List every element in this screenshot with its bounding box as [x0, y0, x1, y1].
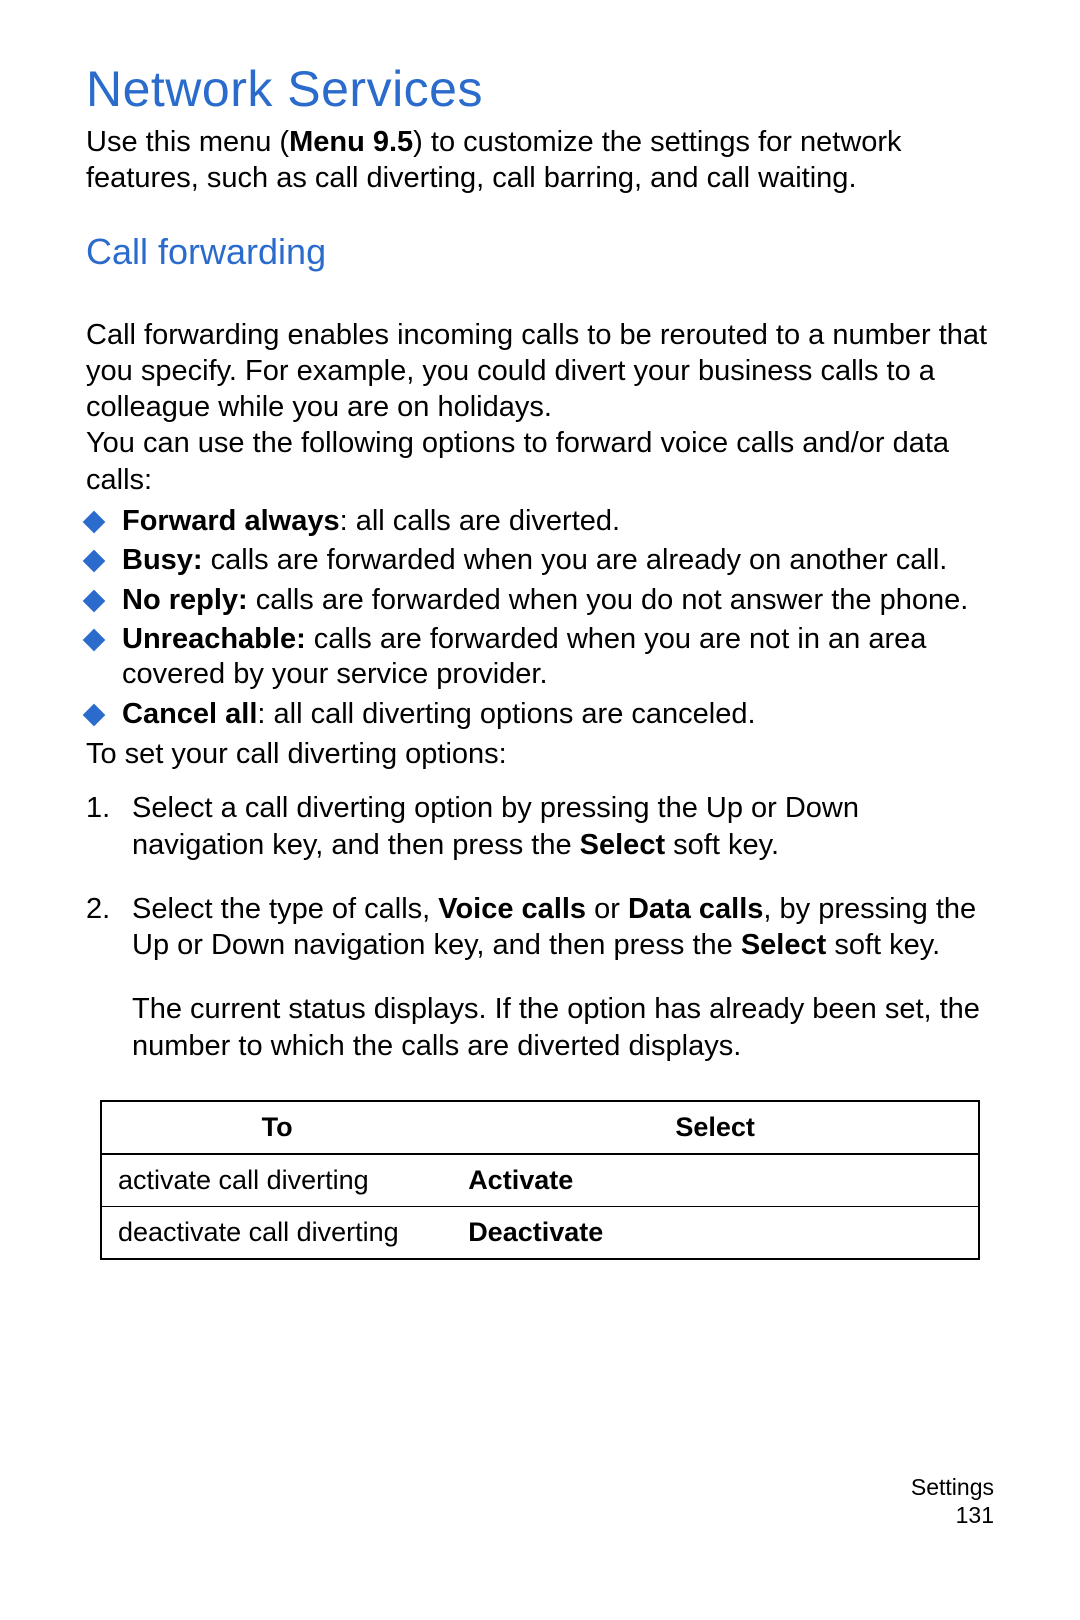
option-term: Cancel all: [122, 698, 257, 730]
option-sep: :: [340, 505, 356, 537]
list-item: Cancel all: all call diverting options a…: [86, 697, 994, 732]
table-row: deactivate call diverting Deactivate: [101, 1206, 979, 1259]
diamond-icon: [83, 589, 106, 612]
step-bold: Voice calls: [438, 893, 586, 925]
table-header-select: Select: [452, 1101, 979, 1154]
option-sep: [248, 584, 256, 616]
page-footer: Settings 131: [911, 1473, 994, 1531]
options-table: To Select activate call diverting Activa…: [100, 1100, 980, 1260]
list-item: Unreachable: calls are forwarded when yo…: [86, 622, 994, 693]
page: Network Services Use this menu (Menu 9.5…: [0, 0, 1080, 1620]
call-forwarding-desc: Call forwarding enables incoming calls t…: [86, 317, 994, 426]
heading-network-services: Network Services: [86, 60, 994, 118]
diamond-icon: [83, 703, 106, 726]
option-desc: all calls are diverted.: [356, 505, 620, 537]
intro-text: Use this menu (: [86, 126, 289, 158]
option-term: No reply:: [122, 584, 248, 616]
table-cell-select: Activate: [452, 1154, 979, 1207]
step-bold: Select: [580, 829, 665, 861]
table-header-to: To: [101, 1101, 452, 1154]
forward-options-list: Forward always: all calls are diverted. …: [86, 504, 994, 732]
step-item: 2. Select the type of calls, Voice calls…: [86, 891, 994, 1064]
step-text: soft key.: [665, 829, 779, 861]
step-text: soft key.: [826, 929, 940, 961]
step-subtext: The current status displays. If the opti…: [132, 991, 994, 1064]
option-desc: all call diverting options are canceled.: [274, 698, 756, 730]
option-term: Busy:: [122, 544, 203, 576]
footer-page-number: 131: [911, 1501, 994, 1530]
option-sep: [203, 544, 211, 576]
step-bold: Select: [741, 929, 826, 961]
option-desc: calls are forwarded when you are already…: [211, 544, 948, 576]
list-item: Busy: calls are forwarded when you are a…: [86, 543, 994, 578]
footer-section: Settings: [911, 1473, 994, 1502]
table-header-row: To Select: [101, 1101, 979, 1154]
table-row: activate call diverting Activate: [101, 1154, 979, 1207]
option-desc: calls are forwarded when you do not answ…: [256, 584, 969, 616]
step-item: 1. Select a call diverting option by pre…: [86, 790, 994, 863]
menu-ref: Menu 9.5: [289, 126, 413, 158]
diamond-icon: [83, 629, 106, 652]
steps-list: 1. Select a call diverting option by pre…: [86, 790, 994, 1064]
list-item: Forward always: all calls are diverted.: [86, 504, 994, 539]
table-cell-to: activate call diverting: [101, 1154, 452, 1207]
table-cell-select: Deactivate: [452, 1206, 979, 1259]
set-diverting-intro: To set your call diverting options:: [86, 736, 994, 772]
diamond-icon: [83, 510, 106, 533]
step-bold: Data calls: [628, 893, 763, 925]
step-marker: 1.: [86, 790, 110, 826]
forward-options-intro: You can use the following options to for…: [86, 425, 994, 498]
intro-paragraph: Use this menu (Menu 9.5) to customize th…: [86, 124, 994, 197]
step-text: or: [586, 893, 628, 925]
step-marker: 2.: [86, 891, 110, 927]
option-sep: [306, 623, 314, 655]
option-term: Forward always: [122, 505, 340, 537]
option-term: Unreachable:: [122, 623, 306, 655]
table-cell-to: deactivate call diverting: [101, 1206, 452, 1259]
diamond-icon: [83, 550, 106, 573]
step-text: Select the type of calls,: [132, 893, 438, 925]
option-sep: :: [257, 698, 273, 730]
heading-call-forwarding: Call forwarding: [86, 231, 994, 273]
list-item: No reply: calls are forwarded when you d…: [86, 583, 994, 618]
